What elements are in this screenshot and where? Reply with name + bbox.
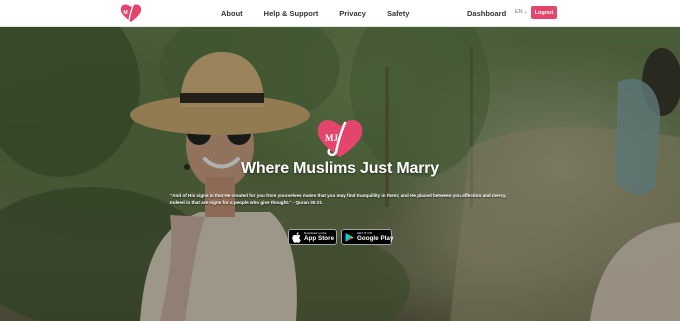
- apple-icon: [292, 231, 301, 243]
- google-play-label: Google Play: [357, 234, 394, 242]
- top-navbar: M About Help & Support Privacy Safety Da…: [0, 0, 680, 27]
- nav-link-dashboard[interactable]: Dashboard: [467, 9, 506, 18]
- google-play-icon: [345, 232, 354, 242]
- app-store-label: App Store: [304, 234, 335, 242]
- language-selector[interactable]: EN ▾: [515, 9, 527, 15]
- nav-link-about[interactable]: About: [221, 9, 243, 18]
- nav-link-help-support[interactable]: Help & Support: [264, 9, 319, 18]
- svg-text:M: M: [124, 10, 128, 16]
- hero-title: Where Muslims Just Marry: [241, 160, 439, 177]
- mj-heart-logo-icon[interactable]: M: [120, 3, 142, 23]
- logout-button[interactable]: Logout: [531, 6, 557, 19]
- app-store-button[interactable]: Download on the App Store: [288, 229, 337, 245]
- nav-link-safety[interactable]: Safety: [387, 9, 410, 18]
- google-play-button[interactable]: GET IT ON Google Play: [341, 229, 394, 245]
- app-store-badges: Download on the App Store GET IT ON Goog…: [288, 229, 394, 245]
- hero-quote: "And of His signs is that He created for…: [170, 193, 507, 205]
- mj-heart-logo-icon: MJ: [317, 120, 363, 157]
- hero-section: MJ Where Muslims Just Marry "And of His …: [0, 27, 680, 321]
- hero-logo-letters: MJ: [325, 133, 338, 143]
- chevron-down-icon: ▾: [524, 9, 527, 15]
- nav-links: About Help & Support Privacy Safety: [221, 0, 430, 27]
- language-label: EN: [515, 9, 523, 15]
- nav-link-privacy[interactable]: Privacy: [339, 9, 366, 18]
